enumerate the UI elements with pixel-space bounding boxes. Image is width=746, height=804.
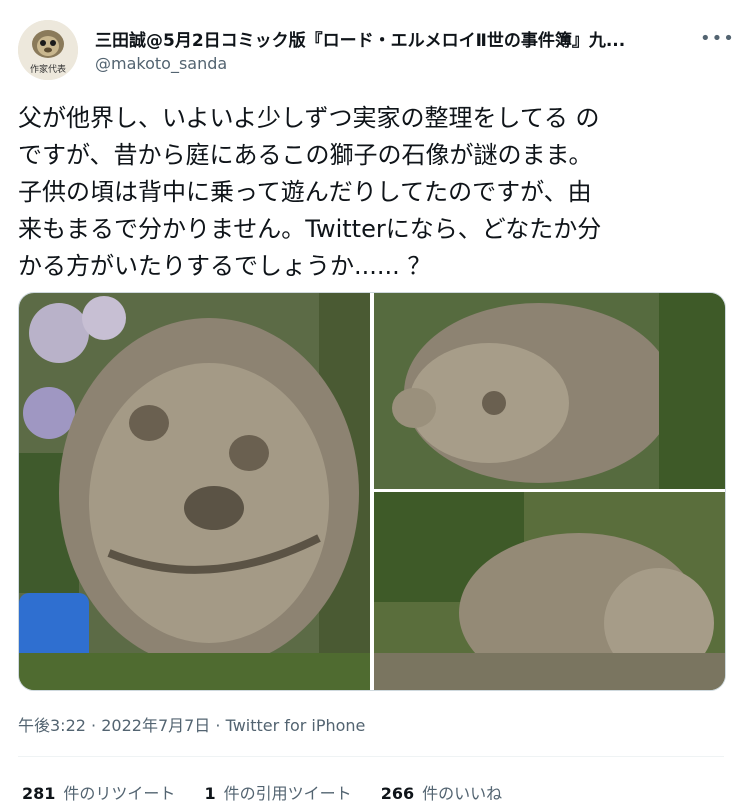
meta-separator: ·: [215, 716, 221, 735]
likes-label: 件のいいね: [422, 784, 503, 803]
tweet-source[interactable]: Twitter for iPhone: [226, 716, 366, 735]
likes-stat[interactable]: 266 件のいいね: [381, 784, 502, 803]
meta-separator: ·: [91, 716, 97, 735]
tweet-time[interactable]: 午後3:22: [18, 716, 86, 735]
avatar-text: 作家代表: [30, 63, 66, 75]
quotes-label: 件の引用ツイート: [223, 784, 352, 803]
retweets-label: 件のリツイート: [63, 784, 176, 803]
likes-count: 266: [380, 784, 415, 803]
author-display-name[interactable]: 三田誠@5月2日コミック版『ロード・エルメロイⅡ世の事件簿』九...: [95, 26, 685, 51]
tweet-stats: 281 件のリツイート 1 件の引用ツイート 266 件のいいね: [22, 780, 526, 804]
tweet-date[interactable]: 2022年7月7日: [101, 716, 210, 735]
photo-right-bottom[interactable]: [374, 492, 725, 690]
quotes-count: 1: [204, 784, 216, 803]
retweets-count: 281: [22, 784, 56, 803]
author-avatar[interactable]: 作家代表: [18, 20, 78, 80]
divider: [18, 756, 724, 757]
photo-right-top[interactable]: [374, 293, 725, 489]
quotes-stat[interactable]: 1 件の引用ツイート: [205, 784, 352, 803]
retweets-stat[interactable]: 281 件のリツイート: [22, 784, 175, 803]
tweet-text: 父が他界し、いよいよ少しずつ実家の整理をしてる の ですが、昔から庭にあるこの獅…: [18, 104, 602, 280]
tweet-metadata: 午後3:22 · 2022年7月7日 · Twitter for iPhone: [18, 712, 365, 736]
tweet-media-grid[interactable]: [18, 292, 726, 691]
author-handle[interactable]: @makoto_sanda: [95, 54, 227, 73]
lion-statue-photos: [19, 293, 725, 690]
more-horizontal-icon[interactable]: •••: [700, 28, 735, 49]
photo-left[interactable]: [19, 293, 370, 690]
avatar-image: 作家代表: [18, 20, 78, 80]
